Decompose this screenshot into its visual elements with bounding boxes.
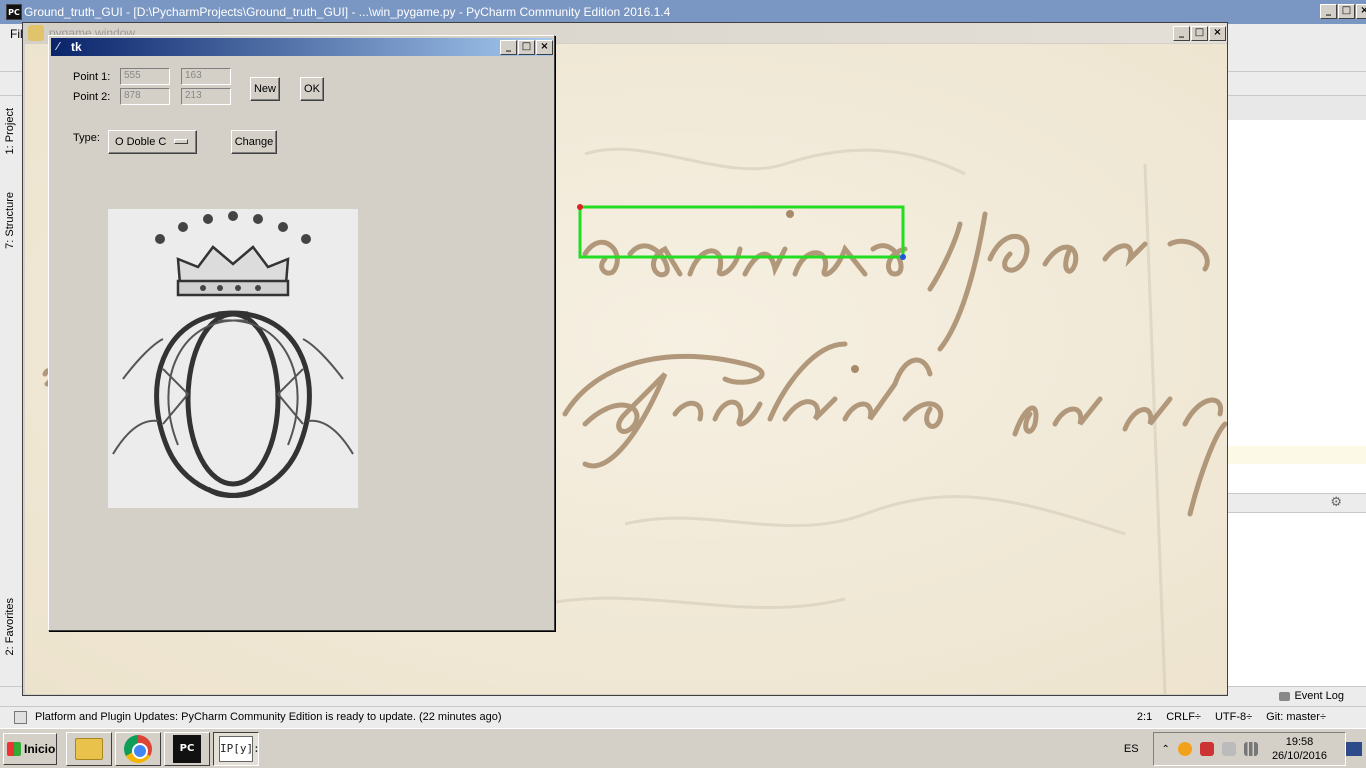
change-button[interactable]: Change (231, 130, 277, 154)
tk-window-controls: _ □ × (500, 40, 553, 55)
ide-window-controls: _ □ × (1320, 4, 1366, 19)
point-2-x-field[interactable]: 878 (120, 88, 170, 105)
vcs-branch[interactable]: Git: master÷ (1266, 711, 1326, 723)
file-encoding[interactable]: UTF-8÷ (1215, 711, 1252, 723)
system-tray: ES ⌃ 19:58 26/10/2016 (1124, 729, 1366, 768)
caret-position[interactable]: 2:1 (1137, 711, 1152, 723)
volume-icon[interactable] (1221, 742, 1236, 756)
feather-icon: ⁄ (57, 40, 59, 53)
status-message[interactable]: Platform and Plugin Updates: PyCharm Com… (35, 711, 502, 723)
tool-window-strip-left: 1: Project 7: Structure 2: Favorites (0, 96, 24, 686)
ide-titlebar: PC Ground_truth_GUI - [D:\PycharmProject… (0, 0, 1366, 24)
taskbar-app-explorer[interactable] (66, 732, 112, 766)
double-c-monogram-icon (108, 209, 358, 508)
type-dropdown[interactable]: O Doble C (108, 130, 197, 154)
type-dropdown-value: O Doble C (115, 136, 167, 148)
avast-icon[interactable] (1177, 742, 1192, 756)
ide-window-title: Ground_truth_GUI - [D:\PycharmProjects\G… (24, 5, 671, 19)
pycharm-logo-icon: PC (6, 4, 22, 20)
show-desktop-icon[interactable] (1346, 742, 1362, 756)
toggle-tool-windows-icon[interactable] (14, 711, 27, 724)
clock-time: 19:58 (1285, 736, 1314, 748)
point-2-marker (900, 254, 906, 260)
language-indicator[interactable]: ES (1124, 743, 1139, 755)
tab-structure[interactable]: 7: Structure (4, 192, 16, 249)
start-button[interactable]: Inicio (3, 733, 57, 765)
minimize-icon[interactable]: _ (1173, 26, 1190, 41)
new-button[interactable]: New (250, 77, 280, 101)
network-signal-icon[interactable] (1243, 742, 1258, 756)
maximize-icon[interactable]: □ (1338, 4, 1355, 19)
pygame-window-controls: _ □ × (1173, 26, 1226, 41)
gear-icon[interactable]: ⚙ (1330, 495, 1342, 510)
point-2-label: Point 2: (73, 91, 111, 103)
current-line-highlight (1227, 446, 1366, 464)
clock[interactable]: 19:58 26/10/2016 (1266, 735, 1337, 763)
run-panel-toolbar: ⚙ (1227, 493, 1366, 513)
event-log-icon (1279, 692, 1290, 701)
security-alert-icon[interactable] (1199, 742, 1214, 756)
start-label: Inicio (24, 742, 56, 756)
ok-button[interactable]: OK (300, 77, 324, 101)
type-label: Type: (73, 132, 100, 144)
close-icon[interactable]: × (1356, 4, 1366, 19)
folder-icon (75, 738, 103, 760)
ide-statusbar: Platform and Plugin Updates: PyCharm Com… (0, 706, 1366, 728)
dropdown-indicator-icon (174, 139, 188, 144)
ide-editor-right: ⚙ (1227, 96, 1366, 686)
point-2-y-field[interactable]: 213 (181, 88, 231, 105)
tk-titlebar: ⁄ tk _ □ × (51, 38, 553, 56)
taskbar-app-chrome[interactable] (115, 732, 161, 766)
tk-window-title: tk (71, 40, 82, 54)
show-hidden-icons-icon[interactable]: ⌃ (1162, 744, 1170, 755)
chrome-icon (124, 735, 152, 763)
monogram-preview-image (108, 209, 358, 508)
maximize-icon[interactable]: □ (518, 40, 535, 55)
python-snake-icon (28, 25, 44, 41)
ipython-icon: IP[y]: (219, 736, 260, 762)
pycharm-icon: PC (173, 735, 201, 763)
tk-window: ⁄ tk _ □ × Point 1: 555 163 Point 2: 878… (48, 35, 555, 631)
point-1-y-field[interactable]: 163 (181, 68, 231, 85)
point-1-x-field[interactable]: 555 (120, 68, 170, 85)
windows-flag-icon (7, 742, 21, 756)
minimize-icon[interactable]: _ (500, 40, 517, 55)
editor-tabs-strip (1227, 96, 1366, 120)
line-separator[interactable]: CRLF÷ (1166, 711, 1201, 723)
point-1-label: Point 1: (73, 71, 111, 83)
event-log-button[interactable]: Event Log (1294, 690, 1344, 702)
clock-date: 26/10/2016 (1271, 750, 1327, 762)
minimize-icon[interactable]: _ (1320, 4, 1337, 19)
tab-favorites[interactable]: 2: Favorites (4, 598, 16, 655)
taskbar-app-pycharm[interactable]: PC (164, 732, 210, 766)
maximize-icon[interactable]: □ (1191, 26, 1208, 41)
taskbar-app-ipython[interactable]: IP[y]: (213, 732, 260, 766)
tab-project[interactable]: 1: Project (4, 108, 16, 154)
close-icon[interactable]: × (1209, 26, 1226, 41)
tray-icons: ⌃ 19:58 26/10/2016 (1152, 732, 1346, 766)
taskbar: Inicio PC IP[y]: ES ⌃ 19:58 26/10/2016 (0, 728, 1366, 768)
point-1-marker (577, 204, 583, 210)
close-icon[interactable]: × (536, 40, 553, 55)
